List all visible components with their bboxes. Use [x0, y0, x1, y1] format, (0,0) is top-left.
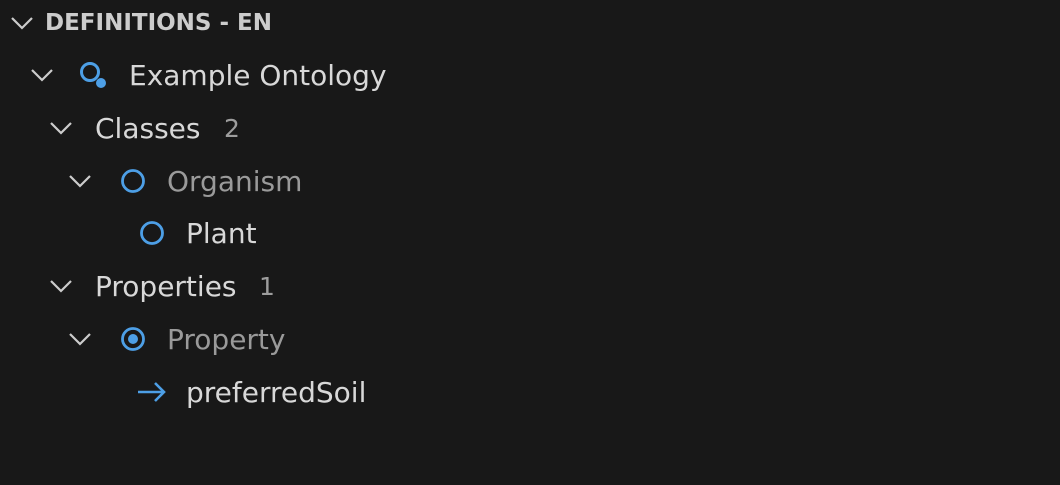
tree-item-label: Properties: [95, 269, 237, 303]
circle-outline-icon: [118, 166, 148, 196]
chevron-down-icon[interactable]: [66, 167, 94, 195]
chevron-down-icon[interactable]: [28, 61, 56, 89]
tree-item-property[interactable]: Property: [0, 313, 1060, 365]
radio-dot-icon: [118, 324, 148, 354]
tree-item-label: Classes: [95, 111, 201, 145]
tree-item-classes[interactable]: Classes 2: [0, 102, 1060, 154]
tree-item-label: Example Ontology: [129, 58, 387, 92]
count-badge: 1: [259, 271, 275, 301]
section-header[interactable]: DEFINITIONS - EN: [0, 0, 1060, 49]
chevron-down-icon[interactable]: [47, 272, 75, 300]
section-title: DEFINITIONS - EN: [45, 10, 273, 36]
tree-item-label: Property: [167, 322, 286, 356]
tree-item-label: preferredSoil: [186, 375, 367, 409]
tree-item-properties[interactable]: Properties 1: [0, 260, 1060, 312]
chevron-down-icon[interactable]: [47, 114, 75, 142]
tree-item-label: Organism: [167, 164, 303, 198]
circle-outline-icon: [137, 218, 167, 248]
tree-item-preferredsoil[interactable]: preferredSoil: [0, 366, 1060, 418]
tree-item-organism[interactable]: Organism: [0, 155, 1060, 207]
arrow-right-icon: [135, 377, 169, 407]
ontology-search-icon: [78, 60, 108, 90]
explorer-panel: DEFINITIONS - EN Example Ontology Classe…: [0, 0, 1060, 485]
tree-item-ontology[interactable]: Example Ontology: [0, 49, 1060, 101]
chevron-down-icon[interactable]: [66, 325, 94, 353]
tree-item-label: Plant: [186, 216, 257, 250]
chevron-down-icon[interactable]: [8, 9, 36, 37]
count-badge: 2: [224, 113, 240, 143]
tree-item-plant[interactable]: Plant: [0, 207, 1060, 259]
